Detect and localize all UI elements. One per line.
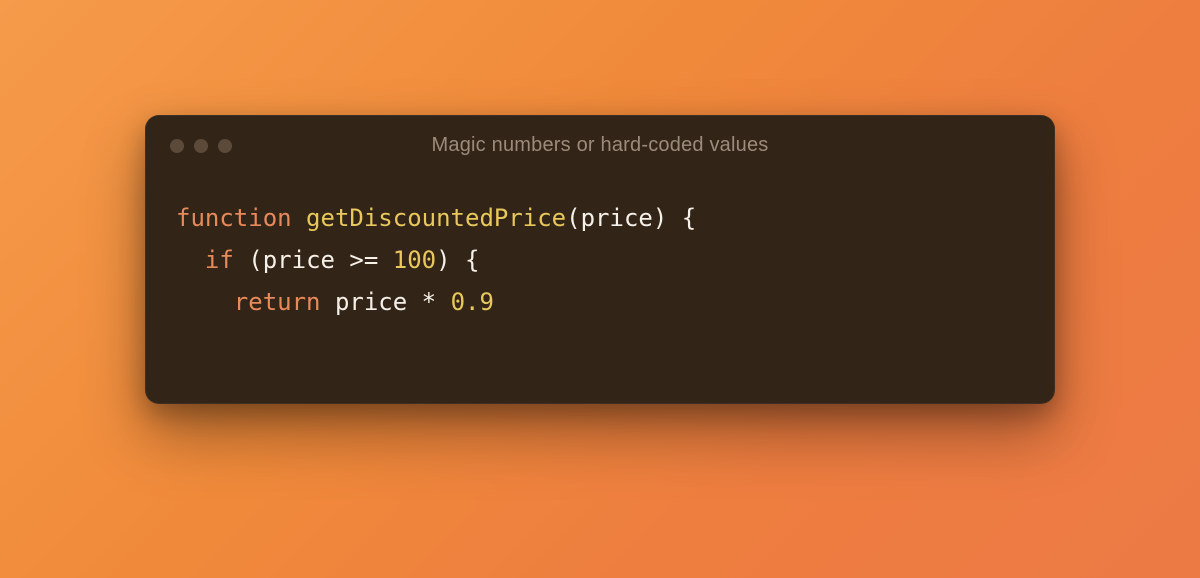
code-body: function getDiscountedPrice(price) { if … xyxy=(146,177,1054,403)
minimize-icon[interactable] xyxy=(194,139,208,153)
number-0-9: 0.9 xyxy=(451,288,494,316)
code-line-2: if (price >= 100) { xyxy=(176,239,1024,281)
code-window: Magic numbers or hard-coded values funct… xyxy=(145,115,1055,404)
param-price: price xyxy=(581,204,653,232)
var-price: price xyxy=(263,246,335,274)
code-line-1: function getDiscountedPrice(price) { xyxy=(176,197,1024,239)
traffic-lights xyxy=(170,139,232,153)
function-name: getDiscountedPrice xyxy=(306,204,566,232)
close-icon[interactable] xyxy=(170,139,184,153)
title-bar: Magic numbers or hard-coded values xyxy=(146,116,1054,177)
keyword-function: function xyxy=(176,204,292,232)
window-title: Magic numbers or hard-coded values xyxy=(170,134,1030,157)
number-100: 100 xyxy=(393,246,436,274)
maximize-icon[interactable] xyxy=(218,139,232,153)
code-line-3: return price * 0.9 xyxy=(176,281,1024,323)
keyword-if: if xyxy=(205,246,234,274)
var-price-2: price xyxy=(335,288,407,316)
keyword-return: return xyxy=(234,288,321,316)
